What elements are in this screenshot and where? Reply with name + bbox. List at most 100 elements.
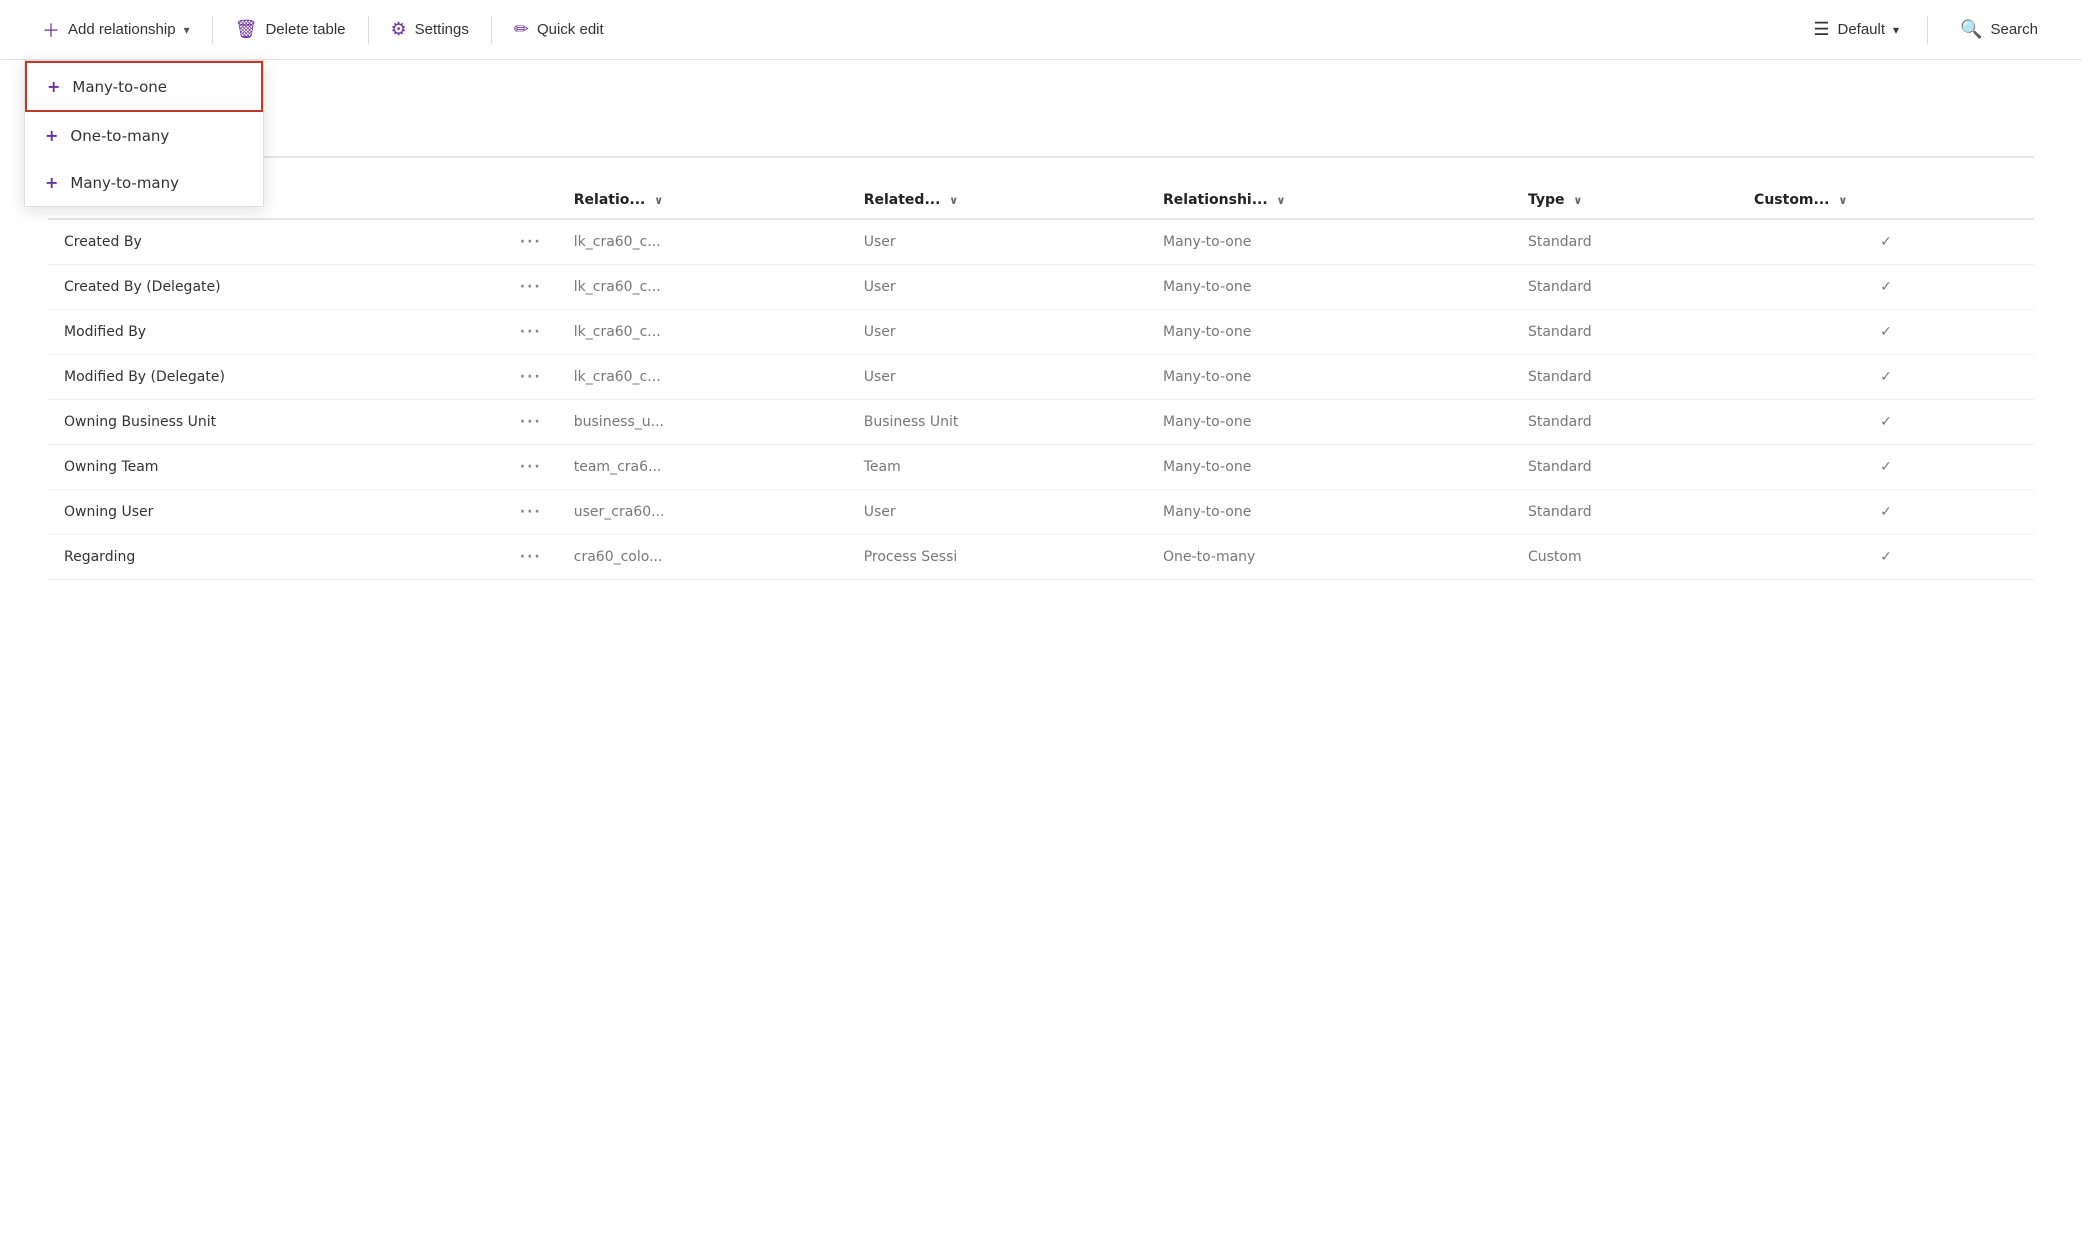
col-type[interactable]: Type ∨ <box>1512 182 1738 219</box>
cell-related: Business Unit <box>848 400 1147 445</box>
cell-related: Team <box>848 445 1147 490</box>
plus-icon-many-to-one: + <box>47 77 60 96</box>
hamburger-icon: ☰ <box>1813 19 1829 40</box>
cell-relation: lk_cra60_c... <box>558 355 848 400</box>
table-row[interactable]: Owning User ··· user_cra60... User Many-… <box>48 490 2034 535</box>
cell-display-name: Created By <box>48 219 504 265</box>
sort-custom-icon[interactable]: ∨ <box>1838 194 1847 207</box>
cell-ellipsis[interactable]: ··· <box>504 490 558 535</box>
table-row[interactable]: Owning Business Unit ··· business_u... B… <box>48 400 2034 445</box>
cell-relation: business_u... <box>558 400 848 445</box>
cell-display-name: Owning Business Unit <box>48 400 504 445</box>
cell-ellipsis[interactable]: ··· <box>504 265 558 310</box>
plus-icon-many-to-many: + <box>45 173 58 192</box>
cell-display-name: Modified By <box>48 310 504 355</box>
toolbar: ＋ Add relationship ▾ 🗑 Delete table ⚙ Se… <box>0 0 2082 60</box>
add-relationship-dropdown: + Many-to-one + One-to-many + Many-to-ma… <box>24 60 264 207</box>
cell-ellipsis[interactable]: ··· <box>504 355 558 400</box>
table-header-row: Display name ↑ ∨ Relatio... ∨ Related...… <box>48 182 2034 219</box>
cell-custom: ✓ <box>1738 445 2034 490</box>
cell-custom: ✓ <box>1738 400 2034 445</box>
cell-related: User <box>848 355 1147 400</box>
col-ellipsis-header <box>504 182 558 219</box>
cell-type: Standard <box>1512 310 1738 355</box>
dropdown-item-one-to-many[interactable]: + One-to-many <box>25 112 263 159</box>
cell-ellipsis[interactable]: ··· <box>504 219 558 265</box>
cell-relation: lk_cra60_c... <box>558 219 848 265</box>
cell-display-name: Created By (Delegate) <box>48 265 504 310</box>
cell-relationship: Many-to-one <box>1147 400 1512 445</box>
table-row[interactable]: Regarding ··· cra60_colo... Process Sess… <box>48 535 2034 580</box>
sort-related-icon[interactable]: ∨ <box>949 194 958 207</box>
dropdown-label-one-to-many: One-to-many <box>70 127 169 145</box>
toolbar-right: ☰ Default ▾ 🔍 Search <box>1797 11 2058 48</box>
dropdown-label-many-to-many: Many-to-many <box>70 174 179 192</box>
search-button[interactable]: 🔍 Search <box>1940 11 2058 48</box>
add-relationship-button[interactable]: ＋ Add relationship ▾ <box>24 7 208 53</box>
separator-2 <box>368 16 369 44</box>
dropdown-item-many-to-one[interactable]: + Many-to-one <box>25 61 263 112</box>
cell-relationship: Many-to-one <box>1147 490 1512 535</box>
table-row[interactable]: Created By (Delegate) ··· lk_cra60_c... … <box>48 265 2034 310</box>
cell-relation: team_cra6... <box>558 445 848 490</box>
table-row[interactable]: Modified By (Delegate) ··· lk_cra60_c...… <box>48 355 2034 400</box>
dropdown-item-many-to-many[interactable]: + Many-to-many <box>25 159 263 206</box>
cell-type: Standard <box>1512 265 1738 310</box>
cell-type: Standard <box>1512 490 1738 535</box>
cell-ellipsis[interactable]: ··· <box>504 445 558 490</box>
separator-3 <box>491 16 492 44</box>
plus-icon-one-to-many: + <box>45 126 58 145</box>
cell-relation: cra60_colo... <box>558 535 848 580</box>
cell-custom: ✓ <box>1738 219 2034 265</box>
sort-type-icon[interactable]: ∨ <box>1573 194 1582 207</box>
plus-icon: ＋ <box>42 17 60 43</box>
chevron-down-icon: ▾ <box>184 23 190 37</box>
table-row[interactable]: Modified By ··· lk_cra60_c... User Many-… <box>48 310 2034 355</box>
page-content: es › Color os Views Display name ↑ ∨ Rel… <box>0 60 2082 580</box>
cell-type: Standard <box>1512 445 1738 490</box>
settings-button[interactable]: ⚙ Settings <box>373 9 487 50</box>
sort-relationship-icon[interactable]: ∨ <box>1277 194 1286 207</box>
relationships-table: Display name ↑ ∨ Relatio... ∨ Related...… <box>48 182 2034 580</box>
cell-relation: lk_cra60_c... <box>558 310 848 355</box>
cell-relationship: Many-to-one <box>1147 445 1512 490</box>
cell-relationship: Many-to-one <box>1147 265 1512 310</box>
table-row[interactable]: Created By ··· lk_cra60_c... User Many-t… <box>48 219 2034 265</box>
cell-type: Standard <box>1512 355 1738 400</box>
cell-type: Custom <box>1512 535 1738 580</box>
col-related[interactable]: Related... ∨ <box>848 182 1147 219</box>
quick-edit-label: Quick edit <box>537 21 604 38</box>
table-row[interactable]: Owning Team ··· team_cra6... Team Many-t… <box>48 445 2034 490</box>
cell-custom: ✓ <box>1738 310 2034 355</box>
dropdown-label-many-to-one: Many-to-one <box>72 78 167 96</box>
view-chevron-icon: ▾ <box>1893 23 1899 37</box>
cell-related: User <box>848 490 1147 535</box>
separator-4 <box>1927 16 1928 44</box>
search-label: Search <box>1990 21 2038 38</box>
col-custom[interactable]: Custom... ∨ <box>1738 182 2034 219</box>
cell-ellipsis[interactable]: ··· <box>504 310 558 355</box>
delete-table-label: Delete table <box>265 21 345 38</box>
cell-related: User <box>848 219 1147 265</box>
cell-custom: ✓ <box>1738 535 2034 580</box>
cell-relationship: Many-to-one <box>1147 310 1512 355</box>
tabs: os Views <box>48 113 2034 158</box>
cell-display-name: Regarding <box>48 535 504 580</box>
sort-relation-icon[interactable]: ∨ <box>654 194 663 207</box>
cell-ellipsis[interactable]: ··· <box>504 400 558 445</box>
col-relationship[interactable]: Relationshi... ∨ <box>1147 182 1512 219</box>
view-selector-button[interactable]: ☰ Default ▾ <box>1797 11 1915 48</box>
gear-icon: ⚙ <box>391 19 407 40</box>
cell-type: Standard <box>1512 400 1738 445</box>
delete-table-button[interactable]: 🗑 Delete table <box>217 9 364 50</box>
cell-relationship: One-to-many <box>1147 535 1512 580</box>
trash-icon: 🗑 <box>235 19 258 40</box>
cell-relation: lk_cra60_c... <box>558 265 848 310</box>
add-relationship-label: Add relationship <box>68 21 176 38</box>
cell-custom: ✓ <box>1738 265 2034 310</box>
quick-edit-button[interactable]: ✏ Quick edit <box>496 9 622 50</box>
breadcrumb: es › Color <box>48 60 2034 113</box>
col-relation[interactable]: Relatio... ∨ <box>558 182 848 219</box>
cell-display-name: Modified By (Delegate) <box>48 355 504 400</box>
cell-ellipsis[interactable]: ··· <box>504 535 558 580</box>
